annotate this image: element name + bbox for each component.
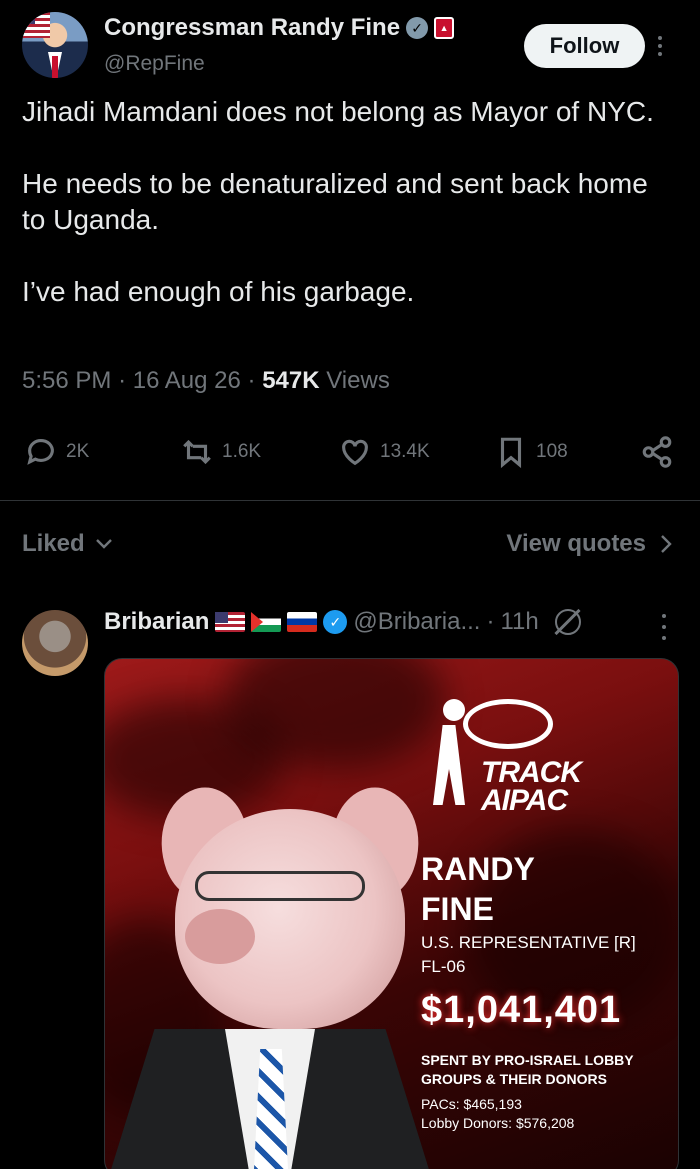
share-icon	[642, 436, 672, 468]
subject-name: FINE	[421, 891, 494, 927]
bookmark-count: 108	[536, 441, 568, 462]
tweet-paragraph: Jihadi Mamdani does not belong as Mayor …	[22, 96, 654, 127]
tweet-text: Jihadi Mamdani does not belong as Mayor …	[22, 94, 672, 346]
verified-badge-icon: ✓	[406, 17, 429, 39]
subject-name: RANDY	[421, 851, 535, 887]
view-quotes-link[interactable]: View quotes	[506, 530, 672, 558]
reply-button[interactable]: 2K	[24, 430, 89, 474]
like-count: 13.4K	[380, 441, 430, 462]
more-icon[interactable]	[660, 614, 668, 640]
media-image[interactable]: TRACK AIPAC RANDY FINE U.S. REPRESENTATI…	[104, 658, 679, 1169]
subject-title: U.S. REPRESENTATIVE [R]	[421, 933, 636, 952]
heart-icon	[342, 439, 368, 466]
palestine-flag-icon	[251, 612, 282, 632]
spent-label: SPENT BY PRO-ISRAEL LOBBY	[421, 1052, 634, 1068]
avatar[interactable]	[22, 12, 88, 78]
follow-button[interactable]: Follow	[524, 24, 645, 68]
chevron-right-icon	[661, 535, 672, 553]
lobby-donors-amount: Lobby Donors: $576,208	[421, 1115, 575, 1131]
liked-dropdown[interactable]: Liked	[22, 530, 113, 558]
reply-display-name[interactable]: Bribarian	[104, 608, 209, 636]
tweet-date[interactable]: 16 Aug 26	[133, 367, 241, 394]
avatar[interactable]	[22, 610, 88, 676]
us-flag-icon	[215, 612, 246, 632]
reply-handle[interactable]: @Bribaria...	[353, 608, 480, 636]
amount: $1,041,401	[421, 989, 622, 1031]
author-name-row: Congressman Randy Fine ✓ ▲	[104, 14, 455, 42]
subject-district: FL-06	[421, 957, 466, 976]
divider	[0, 500, 700, 501]
handle[interactable]: @RepFine	[104, 52, 205, 76]
logo-text: AIPAC	[481, 784, 568, 817]
views-count: 547K	[262, 367, 320, 394]
reply-icon	[27, 439, 54, 465]
pacs-amount: PACs: $465,193	[421, 1096, 522, 1112]
more-icon[interactable]	[652, 30, 668, 62]
verified-badge-icon: ✓	[323, 610, 348, 634]
action-bar: 2K 1.6K 13.4K 108	[0, 430, 700, 474]
spent-label: GROUPS & THEIR DONORS	[421, 1071, 607, 1087]
person-icon	[423, 699, 471, 809]
view-quotes-label: View quotes	[506, 530, 646, 557]
reply-count: 2K	[66, 441, 90, 462]
like-button[interactable]: 13.4K	[338, 430, 430, 474]
reply-tweet[interactable]: Bribarian ✓ @Bribaria... · 11h TRACK AIP…	[0, 596, 700, 1169]
track-aipac-logo: TRACK AIPAC	[423, 699, 663, 829]
logo-text: TRACK	[481, 756, 582, 789]
display-name[interactable]: Congressman Randy Fine	[104, 14, 400, 42]
liked-label: Liked	[22, 530, 85, 557]
grok-icon[interactable]	[554, 609, 581, 635]
reply-time-prefix: ·	[486, 608, 495, 635]
tweet-meta: 5:56 PM · 16 Aug 26 · 547K Views	[22, 367, 390, 394]
glasses	[195, 871, 365, 901]
repost-icon	[183, 439, 211, 465]
repost-button[interactable]: 1.6K	[180, 430, 261, 474]
reply-author-row: Bribarian ✓ @Bribaria... · 11h	[104, 608, 581, 636]
views-label: Views	[326, 367, 390, 394]
tweet-paragraph: He needs to be denaturalized and sent ba…	[22, 168, 648, 235]
share-button[interactable]	[640, 430, 674, 474]
russia-flag-icon	[287, 612, 318, 632]
engagement-tabs: Liked View quotes	[0, 520, 700, 570]
bookmark-icon	[500, 437, 522, 469]
tweet-paragraph: I’ve had enough of his garbage.	[22, 276, 415, 307]
chevron-down-icon	[95, 539, 112, 549]
government-badge-icon: ▲	[434, 17, 455, 39]
tweet-time[interactable]: 5:56 PM	[22, 367, 111, 394]
reply-time[interactable]: 11h	[500, 608, 538, 636]
magnifier-icon	[463, 699, 553, 749]
main-tweet: Congressman Randy Fine ✓ ▲ @RepFine Foll…	[0, 0, 700, 500]
us-flag-icon	[22, 12, 50, 38]
repost-count: 1.6K	[222, 441, 262, 462]
pig-snout	[185, 909, 255, 964]
bookmark-button[interactable]: 108	[494, 430, 568, 474]
